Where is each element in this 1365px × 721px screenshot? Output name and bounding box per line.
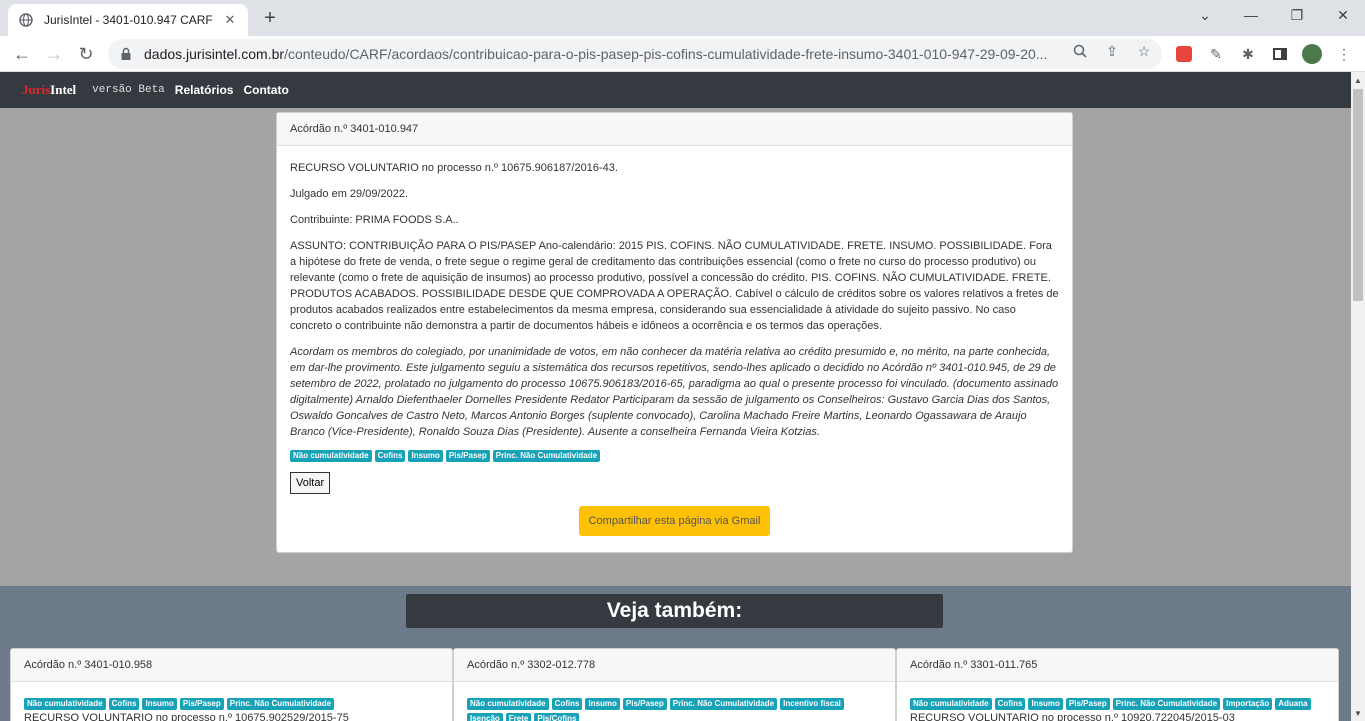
tag-badge[interactable]: Incentivo fiscal [780,698,844,710]
tag-badge[interactable]: Não cumulatividade [910,698,992,710]
tag-badge[interactable]: Cofins [551,698,583,710]
globe-icon [18,12,34,28]
scroll-up-arrow-icon[interactable]: ▲ [1351,72,1365,88]
browser-toolbar: ← → ↻ dados.jurisintel.com.br/conteudo/C… [0,36,1365,72]
acordao-body: RECURSO VOLUNTARIO no processo n.º 10675… [277,146,1072,550]
profile-avatar-icon[interactable] [1302,44,1322,64]
logo-intel: Intel [50,82,77,97]
share-icon[interactable]: ⇪ [1103,42,1121,60]
related-tag-list: Não cumulatividade Cofins Insumo Pis/Pas… [24,698,439,710]
tag-badge[interactable]: Pis/Pasep [179,698,224,710]
tab-search-icon[interactable]: ⌄ [1182,0,1228,30]
share-gmail-button[interactable]: Compartilhar esta página via Gmail [578,506,771,536]
acordao-card: Acórdão n.º 3401-010.947 RECURSO VOLUNTA… [276,112,1073,553]
extension-red-icon[interactable] [1174,44,1194,64]
tag-badge[interactable]: Não cumulatividade [24,698,106,710]
tag-badge[interactable]: Aduana [1275,698,1311,710]
related-tag-list: Não cumulatividade Cofins Insumo Pis/Pas… [910,698,1325,710]
related-card-text: RECURSO VOLUNTARIO no processo n.º 10675… [24,712,349,721]
related-card-text: RECURSO VOLUNTARIO no processo n.º 10920… [910,712,1235,721]
url-domain: dados.jurisintel.com.br [144,46,285,62]
tag-badge[interactable]: Cofins [108,698,140,710]
tag-badge[interactable]: Insumo [408,450,443,462]
related-section: Veja também: Acórdão n.º 3401-010.958 Nã… [0,586,1351,721]
side-panel-icon[interactable] [1270,44,1290,64]
address-bar[interactable]: dados.jurisintel.com.br/conteudo/CARF/ac… [108,39,1162,69]
tag-badge[interactable]: Importação [1223,698,1273,710]
close-tab-icon[interactable]: ✕ [222,12,238,28]
tag-badge[interactable]: Isenção [467,713,503,721]
page-content: Acórdão n.º 3401-010.947 RECURSO VOLUNTA… [0,108,1351,721]
related-title: Veja também: [406,594,943,628]
page-scrollbar[interactable]: ▲ ▼ [1351,72,1365,721]
puzzle-extensions-icon[interactable]: ✱ [1238,44,1258,64]
site-logo[interactable]: JurisIntel [22,82,76,98]
lock-icon[interactable] [118,46,134,62]
new-tab-button[interactable]: + [258,6,282,30]
related-card[interactable]: Acórdão n.º 3401-010.958 Não cumulativid… [10,648,453,721]
close-window-button[interactable]: ✕ [1320,0,1365,30]
nav-link-contato[interactable]: Contato [243,83,288,97]
menu-kebab-icon[interactable]: ⋮ [1334,44,1354,64]
tag-badge[interactable]: Princ. Não Cumulatividade [1112,698,1221,710]
tag-badge[interactable]: Pis/Cofins [534,713,580,721]
logo-juris: Juris [22,82,51,97]
tag-badge[interactable]: Pis/Pasep [445,450,490,462]
url-text: dados.jurisintel.com.br/conteudo/CARF/ac… [144,46,1064,62]
julgado-text: Julgado em 29/09/2022. [290,188,409,200]
share-wrap: Compartilhar esta página via Gmail [290,506,1059,536]
minimize-button[interactable]: — [1228,0,1274,30]
tag-list: Não cumulatividade Cofins Insumo Pis/Pas… [290,450,1059,462]
tag-badge[interactable]: Não cumulatividade [290,450,372,462]
acordao-header: Acórdão n.º 3401-010.947 [277,113,1072,146]
back-button[interactable]: ← [8,40,36,68]
tag-badge[interactable]: Pis/Pasep [1065,698,1110,710]
nav-link-relatorios[interactable]: Relatórios [175,83,234,97]
tag-badge[interactable]: Insumo [1028,698,1063,710]
related-card-header: Acórdão n.º 3301-011.765 [897,649,1338,682]
tag-badge[interactable]: Frete [505,713,532,721]
related-card[interactable]: Acórdão n.º 3301-011.765 Não cumulativid… [896,648,1339,721]
beta-label: versão Beta [92,84,165,96]
tag-badge[interactable]: Princ. Não Cumulatividade [226,698,335,710]
zoom-icon[interactable] [1071,42,1089,60]
tag-badge[interactable]: Insumo [585,698,620,710]
tab-title: JurisIntel - 3401-010.947 CARF [44,13,213,27]
browser-tab-strip: JurisIntel - 3401-010.947 CARF ✕ + ⌄ — ❐… [0,0,1365,36]
reload-button[interactable]: ↻ [72,40,100,68]
tag-badge[interactable]: Cofins [994,698,1026,710]
site-navbar: JurisIntel versão Beta Relatórios Contat… [0,72,1351,108]
tag-badge[interactable]: Princ. Não Cumulatividade [492,450,601,462]
scroll-down-arrow-icon[interactable]: ▼ [1351,705,1365,721]
decisao-text: Acordam os membros do colegiado, por una… [290,346,1059,438]
browser-tab[interactable]: JurisIntel - 3401-010.947 CARF ✕ [8,4,248,36]
related-card[interactable]: Acórdão n.º 3302-012.778 Não cumulativid… [453,648,896,721]
tag-badge[interactable]: Insumo [142,698,177,710]
tag-badge[interactable]: Cofins [374,450,406,462]
restore-button[interactable]: ❐ [1274,0,1320,30]
tag-badge[interactable]: Não cumulatividade [467,698,549,710]
bookmark-star-icon[interactable]: ☆ [1135,42,1153,60]
contribuinte-text: Contribuinte: PRIMA FOODS S.A.. [290,214,459,226]
tag-badge[interactable]: Princ. Não Cumulatividade [669,698,778,710]
tag-badge[interactable]: Pis/Pasep [622,698,667,710]
recurso-text: RECURSO VOLUNTARIO no processo n.º 10675… [290,162,618,174]
forward-button[interactable]: → [40,40,68,68]
related-card-header: Acórdão n.º 3302-012.778 [454,649,895,682]
assunto-text: ASSUNTO: CONTRIBUIÇÃO PARA O PIS/PASEP A… [290,240,1059,332]
scroll-thumb[interactable] [1353,89,1363,301]
eyedropper-icon[interactable]: ✎ [1206,44,1226,64]
related-card-header: Acórdão n.º 3401-010.958 [11,649,452,682]
voltar-button[interactable]: Voltar [290,472,331,494]
related-tag-list: Não cumulatividade Cofins Insumo Pis/Pas… [467,698,882,721]
url-path: /conteudo/CARF/acordaos/contribuicao-par… [284,46,1048,62]
